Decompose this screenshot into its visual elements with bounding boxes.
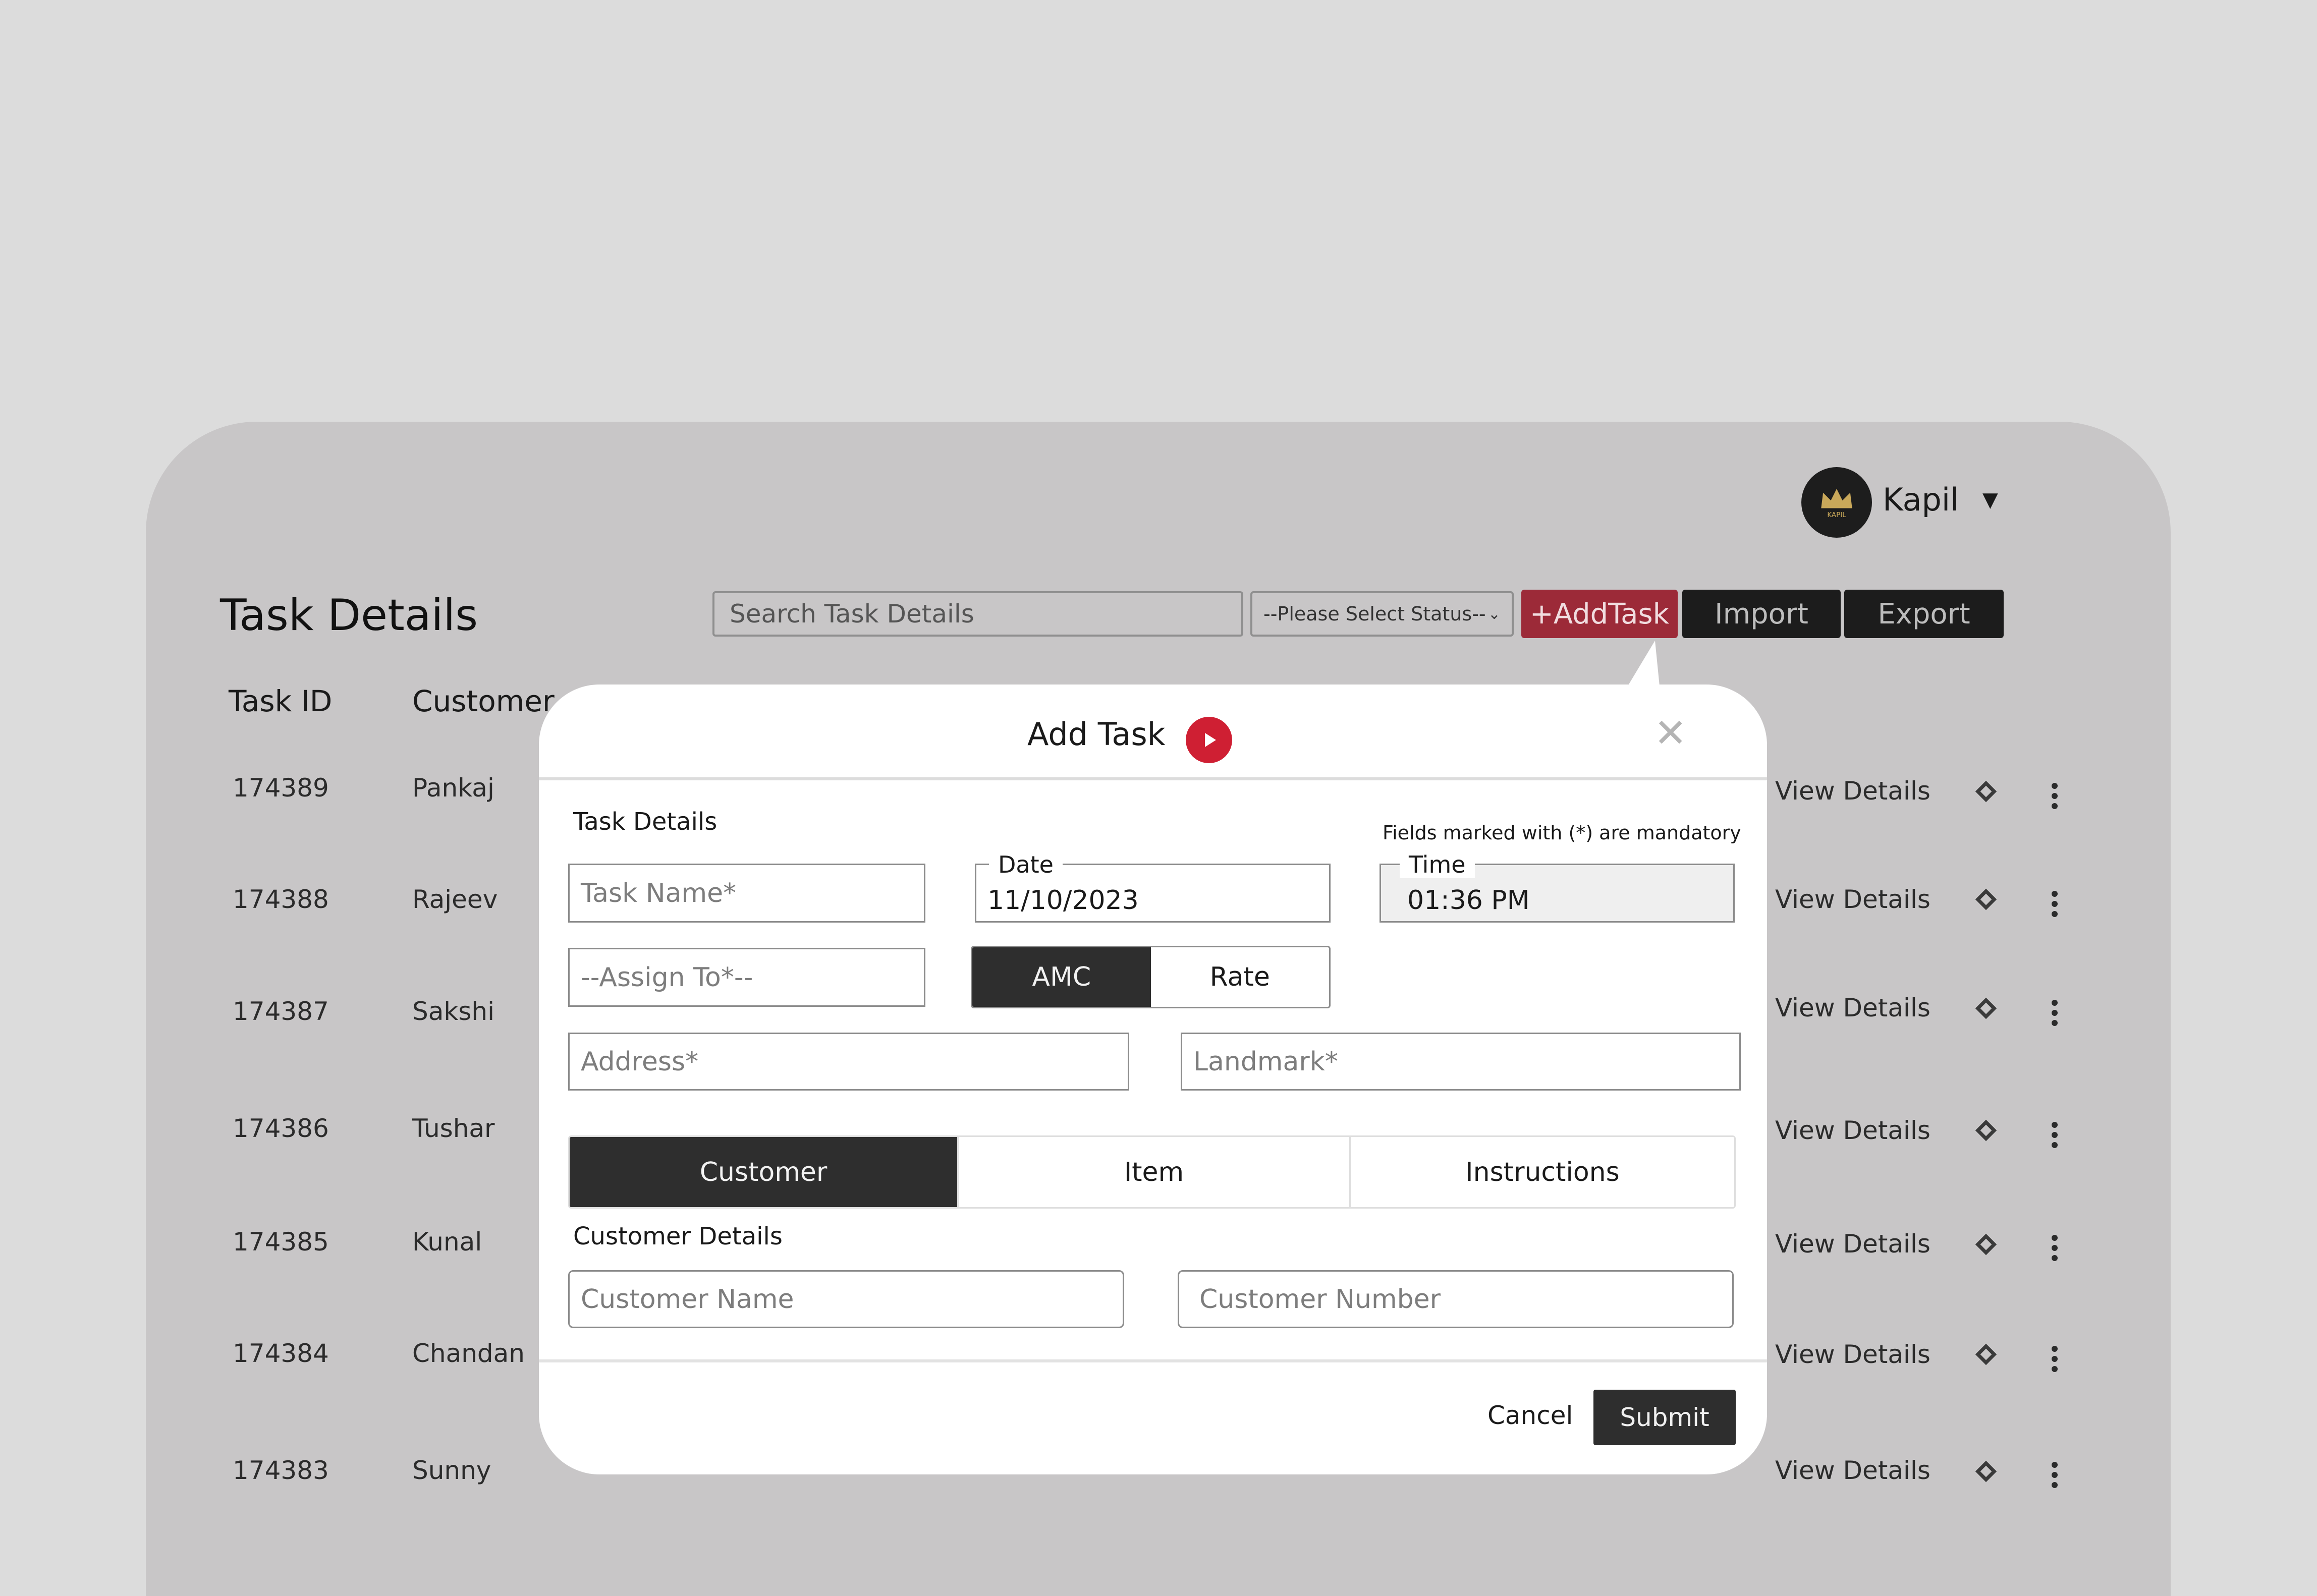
view-details-link[interactable]: View Details	[1775, 1456, 1930, 1485]
task-id: 174389	[233, 773, 329, 803]
more-options-icon[interactable]	[2052, 783, 2058, 809]
tab-instructions[interactable]: Instructions	[1351, 1137, 1734, 1207]
mandatory-note: Fields marked with (*) are mandatory	[1383, 822, 1741, 844]
navigate-icon[interactable]	[1975, 1233, 1997, 1256]
tab-customer[interactable]: Customer	[570, 1137, 957, 1207]
task-name-input[interactable]: Task Name*	[568, 864, 925, 923]
view-details-link[interactable]: View Details	[1775, 993, 1930, 1022]
view-details-link[interactable]: View Details	[1775, 1229, 1930, 1259]
submit-button[interactable]: Submit	[1593, 1390, 1736, 1445]
task-id: 174386	[233, 1114, 329, 1143]
import-button[interactable]: Import	[1682, 590, 1841, 638]
navigate-icon[interactable]	[1975, 888, 1997, 910]
more-options-icon[interactable]	[2052, 1122, 2058, 1148]
customer-name-input[interactable]: Customer Name	[568, 1270, 1124, 1328]
view-details-link[interactable]: View Details	[1775, 1340, 1930, 1369]
type-toggle: AMC Rate	[971, 946, 1331, 1008]
add-task-button[interactable]: +AddTask	[1521, 590, 1678, 638]
tab-item[interactable]: Item	[957, 1137, 1351, 1207]
customer-name: Kunal	[412, 1227, 482, 1257]
address-input[interactable]: Address*	[568, 1033, 1129, 1091]
more-options-icon[interactable]	[2052, 1346, 2058, 1372]
type-option-rate[interactable]: Rate	[1150, 947, 1329, 1007]
landmark-input[interactable]: Landmark*	[1181, 1033, 1741, 1091]
assign-to-select[interactable]: --Assign To*--	[568, 948, 925, 1007]
customer-name: Sakshi	[412, 997, 494, 1026]
navigate-icon[interactable]	[1975, 1460, 1997, 1483]
crown-logo-icon: KAPIL	[1821, 489, 1852, 519]
customer-number-input[interactable]: Customer Number	[1178, 1270, 1734, 1328]
navigate-icon[interactable]	[1975, 1119, 1997, 1142]
column-header-task-id: Task ID	[229, 684, 333, 718]
svg-text:KAPIL: KAPIL	[1827, 511, 1846, 519]
task-id: 174384	[233, 1339, 329, 1368]
customer-name: Pankaj	[412, 773, 494, 803]
cancel-button[interactable]: Cancel	[1487, 1401, 1573, 1430]
chevron-down-icon: ⌄	[1487, 605, 1501, 623]
navigate-icon[interactable]	[1975, 1343, 1997, 1365]
navigate-icon[interactable]	[1975, 780, 1997, 803]
more-options-icon[interactable]	[2052, 891, 2058, 917]
chevron-down-icon[interactable]: ▼	[1982, 488, 1998, 511]
view-details-link[interactable]: View Details	[1775, 885, 1930, 914]
customer-name: Tushar	[412, 1114, 495, 1143]
page-title: Task Details	[220, 590, 478, 641]
popover-tail	[1625, 641, 1660, 691]
view-details-link[interactable]: View Details	[1775, 776, 1930, 806]
search-input[interactable]: Search Task Details	[712, 591, 1243, 637]
more-options-icon[interactable]	[2052, 1462, 2058, 1488]
date-label: Date	[989, 851, 1063, 878]
add-task-modal: Add Task ✕ Task Details Fields marked wi…	[539, 685, 1767, 1474]
status-select[interactable]: --Please Select Status-- ⌄	[1250, 591, 1514, 637]
modal-title: Add Task	[1027, 716, 1166, 753]
time-label: Time	[1400, 851, 1475, 878]
column-header-customer: Customer	[412, 684, 555, 718]
time-value: 01:36 PM	[1407, 885, 1530, 916]
customer-name: Rajeev	[412, 885, 498, 914]
section-title-customer-details: Customer Details	[573, 1222, 783, 1250]
divider	[539, 1359, 1767, 1362]
view-details-link[interactable]: View Details	[1775, 1116, 1930, 1145]
detail-tabs: Customer Item Instructions	[568, 1135, 1736, 1209]
divider	[539, 777, 1767, 780]
customer-name: Chandan	[412, 1339, 525, 1368]
task-id: 174387	[233, 997, 329, 1026]
customer-name: Sunny	[412, 1456, 491, 1485]
type-option-amc[interactable]: AMC	[972, 947, 1151, 1007]
export-button[interactable]: Export	[1844, 590, 2004, 638]
task-id: 174383	[233, 1456, 329, 1485]
play-icon[interactable]	[1186, 717, 1232, 763]
section-title-task-details: Task Details	[573, 808, 718, 836]
close-icon[interactable]: ✕	[1654, 711, 1687, 756]
navigate-icon[interactable]	[1975, 997, 1997, 1019]
task-id: 174388	[233, 885, 329, 914]
user-name[interactable]: Kapil	[1883, 481, 1959, 518]
status-select-value: --Please Select Status--	[1263, 603, 1486, 625]
date-value: 11/10/2023	[987, 885, 1139, 916]
task-id: 174385	[233, 1227, 329, 1257]
more-options-icon[interactable]	[2052, 1000, 2058, 1026]
avatar[interactable]: KAPIL	[1801, 467, 1872, 538]
more-options-icon[interactable]	[2052, 1235, 2058, 1261]
